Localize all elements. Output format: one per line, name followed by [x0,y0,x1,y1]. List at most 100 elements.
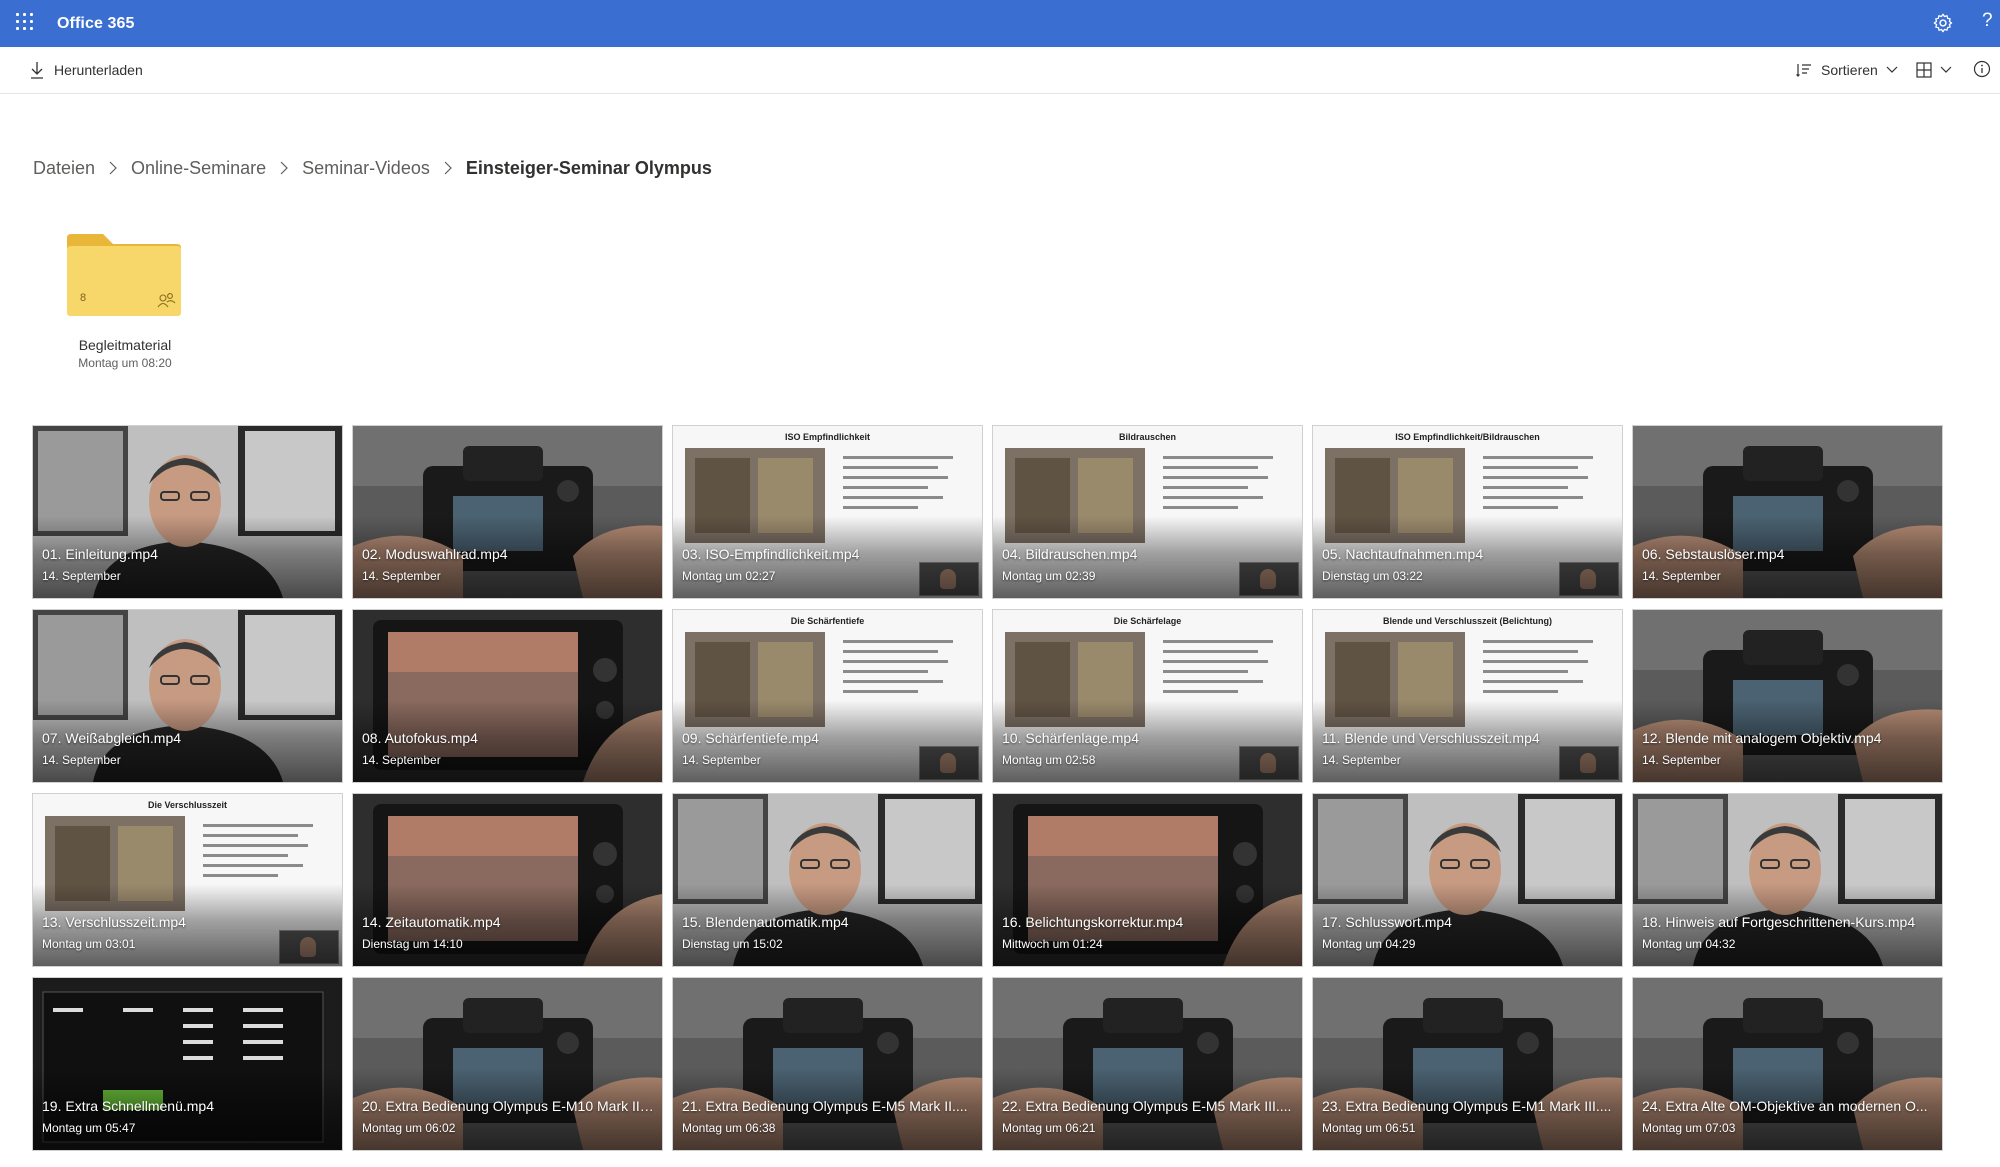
video-name[interactable]: 17. Schlusswort.mp4 [1322,914,1614,930]
video-tile[interactable]: 15. Blendenautomatik.mp4 Dienstag um 15:0… [672,793,983,967]
view-switcher-button[interactable] [1916,59,1952,81]
sort-button[interactable]: Sortieren [1796,57,1907,83]
slide-title: Bildrauschen [1118,432,1176,442]
video-tile[interactable]: 07. Weißabgleich.mp4 14. September [32,609,343,783]
video-name[interactable]: 14. Zeitautomatik.mp4 [362,914,654,930]
folder-begleitmaterial[interactable]: 8 Begleitmaterial Montag um 08:20 [60,232,190,370]
slide-title: ISO Empfindlichkeit/Bildrauschen [1395,432,1540,442]
video-name[interactable]: 02. Moduswahlrad.mp4 [362,546,654,562]
slide-title: Die Schärfentiefe [790,616,865,626]
video-tile[interactable]: 06. Sebstauslöser.mp4 14. September [1632,425,1943,599]
breadcrumb-item-online-seminare[interactable]: Online-Seminare [131,158,266,179]
video-date: Dienstag um 14:10 [362,937,463,951]
video-tile[interactable]: 17. Schlusswort.mp4 Montag um 04:29 [1312,793,1623,967]
download-button[interactable]: Herunterladen [30,57,143,83]
settings-gear-icon[interactable] [1932,12,1954,34]
folder-name[interactable]: Begleitmaterial [60,337,190,353]
video-tile[interactable]: 22. Extra Bedienung Olympus E-M5 Mark II… [992,977,1303,1151]
video-date: 14. September [1642,569,1721,583]
video-tile[interactable]: 01. Einleitung.mp4 14. September [32,425,343,599]
video-date: Montag um 04:29 [1322,937,1416,951]
video-date: Montag um 04:32 [1642,937,1736,951]
video-date: 14. September [1322,753,1401,767]
video-name[interactable]: 09. Schärfentiefe.mp4 [682,730,974,746]
chevron-right-icon [280,161,288,175]
video-date: 14. September [1642,753,1721,767]
video-name[interactable]: 16. Belichtungskorrektur.mp4 [1002,914,1294,930]
video-date: Dienstag um 03:22 [1322,569,1423,583]
video-name[interactable]: 08. Autofokus.mp4 [362,730,654,746]
chevron-right-icon [109,161,117,175]
video-name[interactable]: 11. Blende und Verschlusszeit.mp4 [1322,730,1614,746]
video-tile[interactable]: 12. Blende mit analogem Objektiv.mp4 14. … [1632,609,1943,783]
video-name[interactable]: 21. Extra Bedienung Olympus E-M5 Mark II… [682,1098,974,1114]
video-date: 14. September [682,753,761,767]
video-date: Montag um 02:58 [1002,753,1096,767]
slide-title: ISO Empfindlichkeit [784,432,870,442]
chevron-right-icon [444,161,452,175]
video-tile[interactable]: ISO Empfindlichkeit 03. ISO-Empfindlichke… [672,425,983,599]
app-bar: Office 365 ? [0,0,2000,47]
download-icon [31,62,43,79]
breadcrumb-item-seminar-videos[interactable]: Seminar-Videos [302,158,430,179]
video-name[interactable]: 01. Einleitung.mp4 [42,546,334,562]
video-name[interactable]: 23. Extra Bedienung Olympus E-M1 Mark II… [1322,1098,1614,1114]
video-tile[interactable]: 20. Extra Bedienung Olympus E-M10 Mark I… [352,977,663,1151]
video-date: Mittwoch um 01:24 [1002,937,1103,951]
video-tile[interactable]: Die Schärfentiefe 09. Schärfentiefe.mp4 14… [672,609,983,783]
video-tile[interactable]: Die Schärfelage 10. Schärfenlage.mp4 Monta… [992,609,1303,783]
video-date: Montag um 02:27 [682,569,776,583]
video-date: 14. September [42,569,121,583]
video-name[interactable]: 24. Extra Alte OM-Objektive an modernen … [1642,1098,1934,1114]
grid-view-icon [1916,62,1932,78]
video-name[interactable]: 10. Schärfenlage.mp4 [1002,730,1294,746]
video-name[interactable]: 12. Blende mit analogem Objektiv.mp4 [1642,730,1934,746]
breadcrumb-item-current: Einsteiger-Seminar Olympus [465,157,712,178]
slide-title: Die Verschlusszeit [147,800,228,810]
video-name[interactable]: 19. Extra Schnellmenü.mp4 [42,1098,334,1114]
video-name[interactable]: 15. Blendenautomatik.mp4 [682,914,974,930]
app-title[interactable]: Office 365 [57,0,134,47]
video-tile[interactable]: 08. Autofokus.mp4 14. September [352,609,663,783]
info-icon[interactable] [1973,60,1991,78]
video-name[interactable]: 13. Verschlusszeit.mp4 [42,914,334,930]
video-tile[interactable]: 24. Extra Alte OM-Objektive an modernen … [1632,977,1943,1151]
video-date: Montag um 02:39 [1002,569,1096,583]
video-tile[interactable]: 02. Moduswahlrad.mp4 14. September [352,425,663,599]
video-tile[interactable]: 16. Belichtungskorrektur.mp4 Mittwoch um … [992,793,1303,967]
video-date: 14. September [362,569,441,583]
video-tile[interactable]: 18. Hinweis auf Fortgeschrittenen-Kurs.m… [1632,793,1943,967]
help-icon[interactable]: ? [1982,10,1993,32]
video-date: Montag um 06:02 [362,1121,456,1135]
video-name[interactable]: 07. Weißabgleich.mp4 [42,730,334,746]
video-tile[interactable]: Blende und Verschlusszeit (Belichtung) 11… [1312,609,1623,783]
video-name[interactable]: 20. Extra Bedienung Olympus E-M10 Mark I… [362,1098,654,1114]
video-date: Montag um 05:47 [42,1121,136,1135]
video-tile[interactable]: 23. Extra Bedienung Olympus E-M1 Mark II… [1312,977,1623,1151]
breadcrumb-item-dateien[interactable]: Dateien [33,158,95,179]
slide-title: Blende und Verschlusszeit (Belichtung) [1382,616,1553,626]
folder-date: Montag um 08:20 [78,356,172,370]
download-label: Herunterladen [54,62,143,78]
sort-label: Sortieren [1821,62,1878,78]
video-tile[interactable]: ISO Empfindlichkeit/Bildrauschen 05. Nach… [1312,425,1623,599]
video-tile[interactable]: 14. Zeitautomatik.mp4 Dienstag um 14:10 [352,793,663,967]
video-name[interactable]: 03. ISO-Empfindlichkeit.mp4 [682,546,974,562]
video-name[interactable]: 04. Bildrauschen.mp4 [1002,546,1294,562]
folder-icon: 8 [65,232,183,318]
video-tile[interactable]: Die Verschlusszeit 13. Verschlusszeit.mp4… [32,793,343,967]
video-date: Montag um 07:03 [1642,1121,1736,1135]
video-name[interactable]: 05. Nachtaufnahmen.mp4 [1322,546,1614,562]
slide-title: Die Schärfelage [1113,616,1182,626]
breadcrumb: Dateien Online-Seminare Seminar-Videos E… [33,156,712,180]
video-name[interactable]: 06. Sebstauslöser.mp4 [1642,546,1934,562]
folder-item-count: 8 [80,292,87,304]
video-tile[interactable]: 21. Extra Bedienung Olympus E-M5 Mark II… [672,977,983,1151]
app-launcher-icon[interactable] [16,13,36,33]
video-name[interactable]: 18. Hinweis auf Fortgeschrittenen-Kurs.m… [1642,914,1934,930]
video-tile[interactable]: 19. Extra Schnellmenü.mp4 Montag um 05:47 [32,977,343,1151]
video-tile[interactable]: Bildrauschen 04. Bildrauschen.mp4 Montag u… [992,425,1303,599]
video-name[interactable]: 22. Extra Bedienung Olympus E-M5 Mark II… [1002,1098,1294,1114]
video-date: Montag um 06:38 [682,1121,776,1135]
video-grid: 01. Einleitung.mp4 14. September 02. Modus… [32,425,1945,1151]
